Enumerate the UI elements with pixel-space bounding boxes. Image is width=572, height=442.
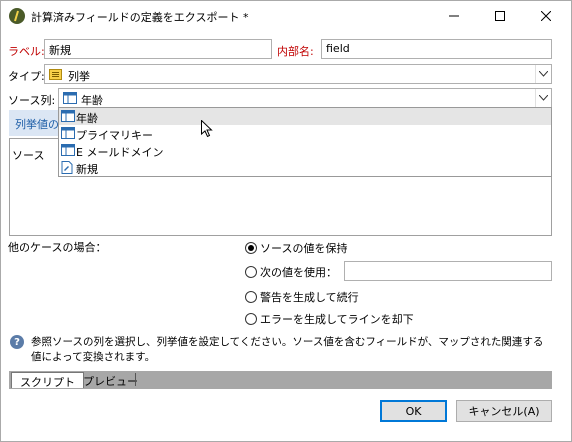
- internal-name-field[interactable]: field: [321, 39, 552, 59]
- column-icon: [61, 110, 75, 125]
- source-column-caption: ソース列:: [8, 94, 56, 107]
- radio-keep-source[interactable]: ソースの値を保持: [245, 240, 347, 256]
- minimize-icon: [449, 15, 459, 17]
- ok-button[interactable]: OK: [380, 400, 447, 422]
- column-icon: [61, 144, 75, 159]
- type-caption: タイプ:: [8, 70, 45, 83]
- mouse-cursor-icon: [201, 120, 213, 138]
- internal-name-caption: 内部名:: [277, 45, 314, 58]
- editor-tab-bar: スクリプト プレビュー: [9, 371, 552, 389]
- chevron-down-icon[interactable]: [535, 89, 551, 107]
- radio-circle: [245, 291, 257, 303]
- close-button[interactable]: [523, 1, 569, 31]
- radio-circle: [245, 242, 257, 254]
- source-column-dropdown: 年齢 プライマリキー E メールドメイン 新規: [58, 107, 552, 177]
- maximize-icon: [495, 11, 505, 21]
- use-value-input[interactable]: [344, 261, 552, 281]
- document-icon: [61, 161, 73, 177]
- enum-values-tab[interactable]: 列挙値の: [9, 110, 59, 136]
- app-icon: [9, 8, 25, 24]
- label-field[interactable]: 新規: [44, 39, 272, 59]
- radio-use-value[interactable]: 次の値を使用：: [245, 264, 337, 280]
- column-icon: [61, 127, 75, 142]
- radio-circle: [245, 266, 257, 278]
- dropdown-item-email-domain[interactable]: E メールドメイン: [59, 142, 551, 159]
- tab-script[interactable]: スクリプト: [11, 372, 84, 389]
- type-select-value: 列挙: [68, 70, 90, 83]
- source-column-value: 年齢: [81, 94, 103, 107]
- export-dialog: 計算済みフィールドの定義をエクスポート * ラベル: 新規 内部名: field…: [0, 0, 572, 442]
- title-bar: 計算済みフィールドの定義をエクスポート *: [1, 1, 571, 31]
- maximize-button[interactable]: [477, 1, 523, 31]
- radio-circle: [245, 313, 257, 325]
- cancel-button[interactable]: キャンセル(A): [456, 400, 552, 422]
- info-text: 参照ソースの列を選択し、列挙値を設定してください。ソース値を含むフィールドが、マ…: [31, 336, 544, 363]
- radio-warn-continue[interactable]: 警告を生成して続行: [245, 289, 359, 305]
- dropdown-item-new[interactable]: 新規: [59, 159, 551, 176]
- column-icon: [63, 92, 77, 107]
- dropdown-item-primary-key[interactable]: プライマリキー: [59, 125, 551, 142]
- enum-icon: [49, 68, 62, 84]
- radio-error-reject[interactable]: エラーを生成してラインを却下: [245, 311, 414, 327]
- dropdown-item-age[interactable]: 年齢: [59, 108, 551, 125]
- type-select[interactable]: 列挙: [44, 64, 552, 84]
- minimize-button[interactable]: [431, 1, 477, 31]
- source-column-select[interactable]: 年齢: [58, 88, 552, 108]
- label-caption: ラベル:: [8, 45, 45, 58]
- chevron-down-icon[interactable]: [535, 65, 551, 83]
- tab-separator: [135, 373, 136, 386]
- other-cases-caption: 他のケースの場合：: [8, 241, 107, 254]
- close-icon: [541, 11, 551, 21]
- window-title: 計算済みフィールドの定義をエクスポート *: [31, 11, 249, 24]
- help-icon: ?: [10, 335, 24, 349]
